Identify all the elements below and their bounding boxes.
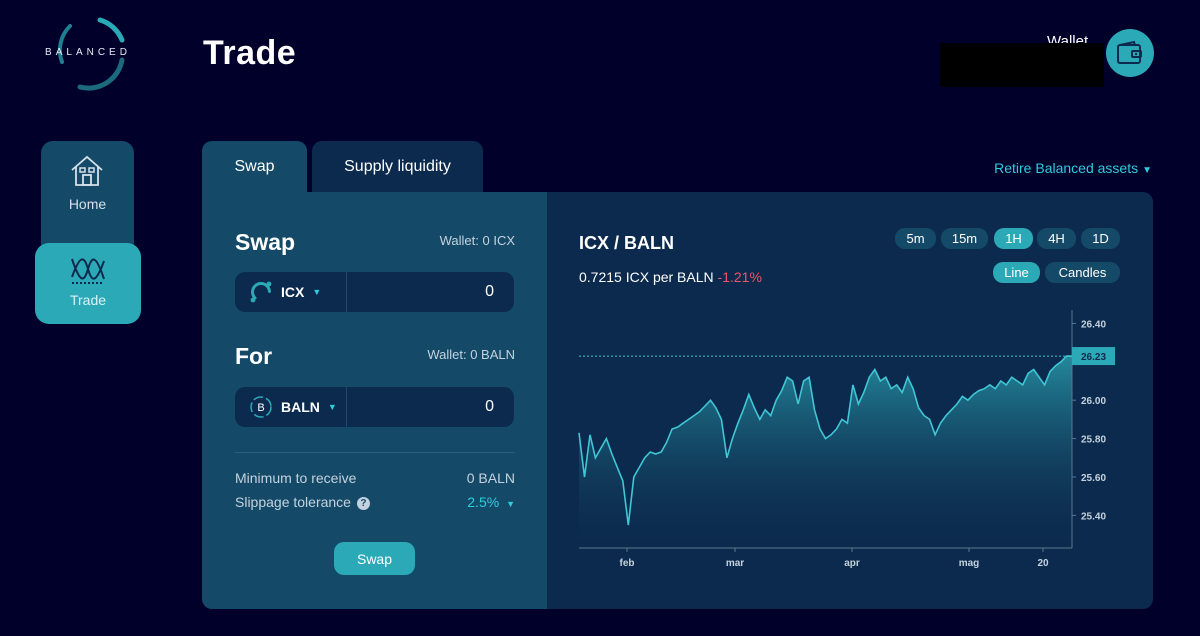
balanced-logo[interactable]: BALANCED bbox=[40, 14, 136, 94]
slippage-label: Slippage tolerance bbox=[235, 494, 351, 510]
slippage-value: 2.5% bbox=[467, 494, 500, 510]
slippage-row: Slippage tolerance? 2.5% ▼ bbox=[235, 494, 515, 510]
swap-wallet-balance: Wallet: 0 ICX bbox=[439, 233, 515, 248]
swap-section-title: Swap bbox=[235, 229, 296, 255]
timeframe-15m[interactable]: 15m bbox=[941, 228, 988, 249]
slippage-selector[interactable]: 2.5% ▼ bbox=[467, 494, 515, 510]
current-price-label: 26.23 bbox=[1081, 352, 1106, 363]
retire-balanced-assets-link[interactable]: Retire Balanced assets ▼ bbox=[994, 160, 1152, 176]
for-wallet-balance: Wallet: 0 BALN bbox=[427, 347, 515, 362]
icx-token-icon bbox=[250, 281, 272, 303]
trade-icon bbox=[71, 258, 105, 284]
retire-link-label: Retire Balanced assets bbox=[994, 160, 1139, 176]
chart-panel: ICX / BALN 0.7215 ICX per BALN -1.21% 5m… bbox=[547, 192, 1153, 609]
chart-type-line[interactable]: Line bbox=[993, 262, 1040, 283]
y-tick-label: 25.80 bbox=[1081, 435, 1106, 446]
for-section-title: For bbox=[235, 343, 273, 369]
swap-panel: Swap Wallet: 0 ICX ICX ▼ 0 For Wallet: 0… bbox=[202, 192, 547, 609]
logo-text: BALANCED bbox=[45, 47, 131, 58]
price-line: 0.7215 ICX per BALN -1.21% bbox=[579, 269, 762, 285]
timeframe-1h[interactable]: 1H bbox=[994, 228, 1033, 249]
swap-amount-field: ICX ▼ 0 bbox=[235, 272, 514, 312]
x-tick-label: mar bbox=[726, 558, 744, 569]
sidebar-item-label: Home bbox=[68, 196, 107, 212]
page-title: Trade bbox=[203, 34, 297, 72]
for-token-name: BALN bbox=[281, 399, 320, 415]
divider bbox=[235, 452, 515, 453]
help-icon[interactable]: ? bbox=[356, 496, 370, 510]
for-token-selector[interactable]: B BALN ▼ bbox=[235, 387, 347, 427]
chart-type-candles[interactable]: Candles bbox=[1045, 262, 1120, 283]
price-change: -1.21% bbox=[717, 269, 762, 285]
swap-amount-input[interactable]: 0 bbox=[347, 283, 514, 301]
svg-text:B: B bbox=[257, 402, 264, 414]
swap-token-selector[interactable]: ICX ▼ bbox=[235, 272, 347, 312]
y-tick-label: 25.40 bbox=[1081, 511, 1106, 522]
home-icon bbox=[71, 155, 103, 186]
baln-token-icon: B bbox=[250, 396, 272, 418]
y-tick-label: 26.00 bbox=[1081, 396, 1106, 407]
timeframe-5m[interactable]: 5m bbox=[895, 228, 936, 249]
swap-button[interactable]: Swap bbox=[334, 542, 415, 575]
y-tick-label: 26.40 bbox=[1081, 319, 1106, 330]
x-tick-label: 20 bbox=[1037, 558, 1049, 569]
wallet-button[interactable] bbox=[1106, 29, 1154, 77]
chevron-down-icon: ▼ bbox=[1142, 165, 1152, 176]
for-amount-input[interactable]: 0 bbox=[347, 398, 514, 416]
x-tick-label: mag bbox=[959, 558, 980, 569]
sidebar-item-trade[interactable]: Trade bbox=[35, 243, 141, 324]
minimum-receive-label: Minimum to receive bbox=[235, 470, 357, 486]
y-tick-label: 25.60 bbox=[1081, 473, 1106, 484]
tab-supply-liquidity[interactable]: Supply liquidity bbox=[312, 141, 483, 192]
x-tick-label: apr bbox=[844, 558, 860, 569]
tab-swap[interactable]: Swap bbox=[202, 141, 307, 192]
swap-token-name: ICX bbox=[281, 284, 305, 300]
chevron-down-icon: ▼ bbox=[312, 287, 322, 297]
pair-title: ICX / BALN bbox=[579, 233, 675, 253]
for-amount-field: B BALN ▼ 0 bbox=[235, 387, 514, 427]
price-value: 0.7215 ICX per BALN bbox=[579, 269, 714, 285]
chevron-down-icon: ▼ bbox=[506, 499, 515, 509]
x-tick-label: feb bbox=[620, 558, 635, 569]
wallet-icon bbox=[1117, 40, 1142, 64]
wallet-address-redacted bbox=[940, 43, 1104, 87]
timeframe-1d[interactable]: 1D bbox=[1081, 228, 1120, 249]
chevron-down-icon: ▼ bbox=[327, 402, 337, 412]
minimum-receive-row: Minimum to receive 0 BALN bbox=[235, 470, 515, 486]
minimum-receive-value: 0 BALN bbox=[466, 470, 515, 486]
timeframe-4h[interactable]: 4H bbox=[1037, 228, 1076, 249]
price-chart[interactable]: 26.23 26.40 26.00 25.80 25.60 25.40 feb mar apr m… bbox=[575, 310, 1150, 580]
sidebar-item-label: Trade bbox=[69, 292, 107, 308]
